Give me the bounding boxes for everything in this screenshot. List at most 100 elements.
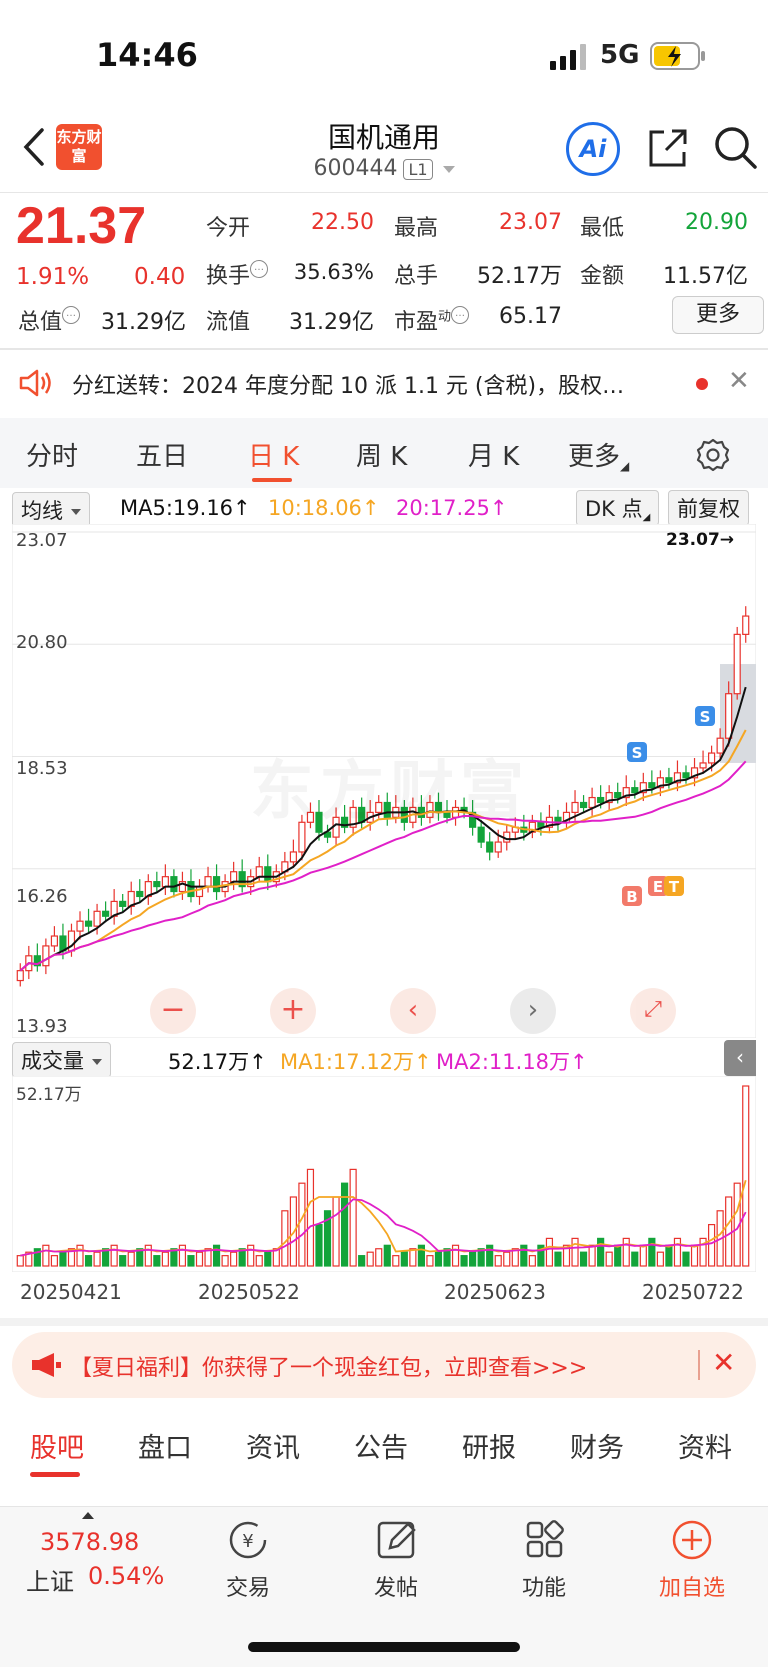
tab-daily-k[interactable]: 日 K: [248, 436, 299, 473]
indicator-select[interactable]: 均线: [12, 492, 90, 528]
tab-more[interactable]: 更多◢: [568, 436, 629, 473]
dividend-notice[interactable]: 分红送转：2024 年度分配 10 派 1.1 元 (含税)，股权… ✕: [0, 350, 768, 416]
volume-bar: [315, 1223, 323, 1267]
y-tick-label: 16.26: [16, 886, 68, 907]
trade-button[interactable]: 交易: [198, 1570, 298, 1602]
pe-label: 市盈动…: [394, 304, 470, 336]
collapse-panel-icon[interactable]: ‹: [724, 1040, 756, 1076]
volume-bar: [221, 1255, 229, 1267]
volume-bar: [153, 1255, 161, 1267]
volume-bar: [571, 1237, 579, 1267]
y-tick-label: 20.80: [16, 632, 68, 653]
tab-monthly-k[interactable]: 月 K: [468, 436, 519, 473]
chevron-right-icon[interactable]: ›: [510, 988, 556, 1034]
volume-label: 总手: [394, 264, 439, 289]
candle-body: [161, 876, 169, 888]
info-icon[interactable]: …: [250, 260, 269, 278]
apps-icon[interactable]: [494, 1518, 594, 1562]
volume-bar: [341, 1182, 349, 1267]
trade-icon[interactable]: ¥: [198, 1518, 298, 1562]
x-tick-label: 20250522: [198, 1280, 300, 1304]
tab-announcements[interactable]: 公告: [354, 1426, 408, 1465]
volume-bar: [690, 1244, 699, 1267]
volume-indicator-select[interactable]: 成交量: [12, 1042, 111, 1078]
pe-value: 65.17: [499, 304, 562, 329]
change-value: 0.40: [134, 264, 186, 290]
volume-bar: [281, 1210, 289, 1267]
tab-orderbook[interactable]: 盘口: [138, 1426, 192, 1465]
turnover-value: 35.63%: [293, 260, 374, 284]
chevron-left-icon[interactable]: ‹: [390, 988, 436, 1034]
tab-weekly-k[interactable]: 周 K: [356, 436, 407, 473]
expand-icon[interactable]: ⤢: [630, 988, 676, 1034]
adjust-button[interactable]: 前复权: [668, 490, 749, 526]
close-icon[interactable]: ✕: [728, 366, 750, 396]
volume-bar: [742, 1085, 750, 1267]
more-button[interactable]: 更多: [672, 296, 764, 334]
signal-label: B: [626, 888, 637, 906]
promo-banner[interactable]: 【夏日福利】你获得了一个现金红包，立即查看>>> ✕: [12, 1332, 756, 1398]
search-icon[interactable]: [712, 124, 758, 170]
candle-body: [588, 796, 596, 809]
volume-bar: [451, 1244, 460, 1267]
level-badge: L1: [403, 158, 433, 180]
corner-arrow-icon: ◢: [642, 512, 651, 523]
tab-more-label: 更多: [568, 442, 621, 472]
tab-news[interactable]: 资讯: [246, 1426, 300, 1465]
volume-bar: [656, 1251, 664, 1267]
add-circle-icon[interactable]: [642, 1518, 742, 1562]
ai-button[interactable]: Ai: [566, 122, 620, 176]
signal-icon: [550, 44, 586, 70]
candle-body: [187, 881, 195, 898]
volume-bar: [622, 1237, 630, 1267]
candle-body: [682, 772, 690, 779]
index-change: 0.54%: [88, 1562, 165, 1590]
candle-body: [42, 945, 50, 967]
volume-bar: [230, 1251, 238, 1267]
candle-body: [716, 737, 724, 754]
y-tick-label: 13.93: [16, 1016, 68, 1037]
corner-arrow-icon: ◢: [620, 459, 630, 473]
tab-research[interactable]: 研报: [462, 1426, 516, 1465]
volume-chart: [12, 1076, 756, 1272]
signal-label: T: [669, 878, 680, 896]
index-value[interactable]: 3578.98: [40, 1528, 139, 1556]
candle-body: [76, 920, 84, 932]
post-button[interactable]: 发帖: [346, 1570, 446, 1602]
svg-text:¥: ¥: [242, 1531, 253, 1552]
change-pct: 1.91%: [16, 264, 90, 290]
status-bar: 14:46 5G: [0, 0, 768, 112]
volume-bar: [255, 1255, 263, 1267]
candle-body: [255, 866, 263, 878]
tab-forum[interactable]: 股吧: [30, 1426, 84, 1465]
signal-label: S: [632, 744, 643, 762]
tab-intraday[interactable]: 分时: [26, 436, 78, 473]
caret-up-icon: [82, 1512, 94, 1519]
volume-bar: [417, 1244, 425, 1267]
volume-bar: [144, 1244, 152, 1267]
add-watchlist-button[interactable]: 加自选: [642, 1570, 742, 1602]
share-icon[interactable]: [646, 124, 690, 170]
y-tick-label: 18.53: [16, 758, 68, 779]
close-icon[interactable]: ✕: [712, 1346, 735, 1379]
info-icon[interactable]: …: [451, 306, 470, 324]
candle-body: [84, 920, 93, 927]
pe-sup: 动: [438, 309, 452, 325]
tab-five-day[interactable]: 五日: [136, 436, 188, 473]
zoom-in-button[interactable]: +: [270, 988, 316, 1034]
zoom-out-button[interactable]: −: [150, 988, 196, 1034]
info-icon[interactable]: …: [62, 306, 81, 324]
dk-label: DK 点: [585, 497, 643, 521]
volume-bar: [187, 1255, 195, 1267]
volume-max-label: 52.17万: [16, 1085, 82, 1105]
x-tick-label: 20250623: [444, 1280, 546, 1304]
stock-header: 东方财富 国机通用 600444 L1 Ai: [0, 110, 768, 192]
dk-point-button[interactable]: DK 点◢: [576, 490, 660, 526]
tab-finance[interactable]: 财务: [570, 1426, 624, 1465]
section-gap: [0, 1318, 768, 1326]
edit-icon[interactable]: [346, 1518, 446, 1562]
function-button[interactable]: 功能: [494, 1570, 594, 1602]
high-value: 23.07: [499, 210, 562, 235]
gear-icon[interactable]: [696, 438, 730, 472]
tab-profile[interactable]: 资料: [678, 1426, 732, 1465]
